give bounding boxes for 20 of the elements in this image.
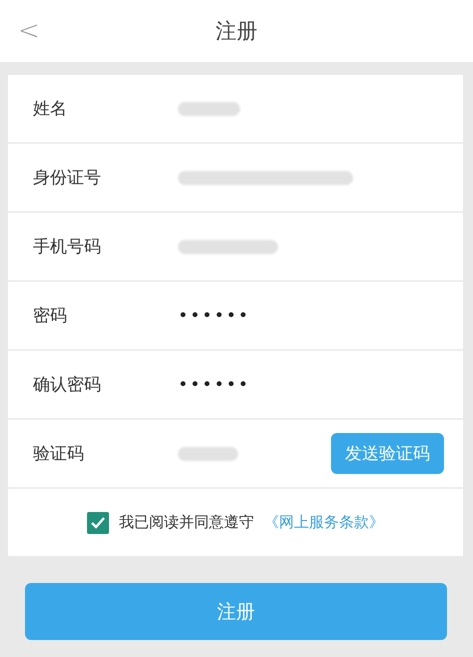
page-title: 注册 (216, 18, 258, 45)
redacted-value[interactable] (178, 446, 238, 460)
redacted-value[interactable] (178, 170, 353, 184)
field-label: 确认密码 (33, 374, 102, 396)
field-label: 手机号码 (33, 236, 102, 258)
register-button[interactable]: 注册 (25, 583, 447, 640)
terms-link[interactable]: 《网上服务条款》 (264, 513, 384, 532)
redacted-value[interactable] (178, 240, 278, 254)
field-label: 姓名 (33, 98, 68, 120)
back-icon[interactable]: < (18, 16, 40, 46)
send-code-button[interactable]: 发送验证码 (331, 433, 444, 474)
redacted-value[interactable] (178, 102, 240, 116)
field-label: 密码 (33, 305, 68, 327)
password-field[interactable]: •••••• (178, 374, 250, 394)
agreement-text: 我已阅读并同意遵守 (119, 513, 254, 532)
field-label: 验证码 (33, 443, 85, 465)
field-label: 身份证号 (33, 167, 102, 189)
password-field[interactable]: •••••• (178, 306, 250, 326)
checkbox[interactable] (87, 512, 109, 534)
check-icon (90, 516, 106, 530)
